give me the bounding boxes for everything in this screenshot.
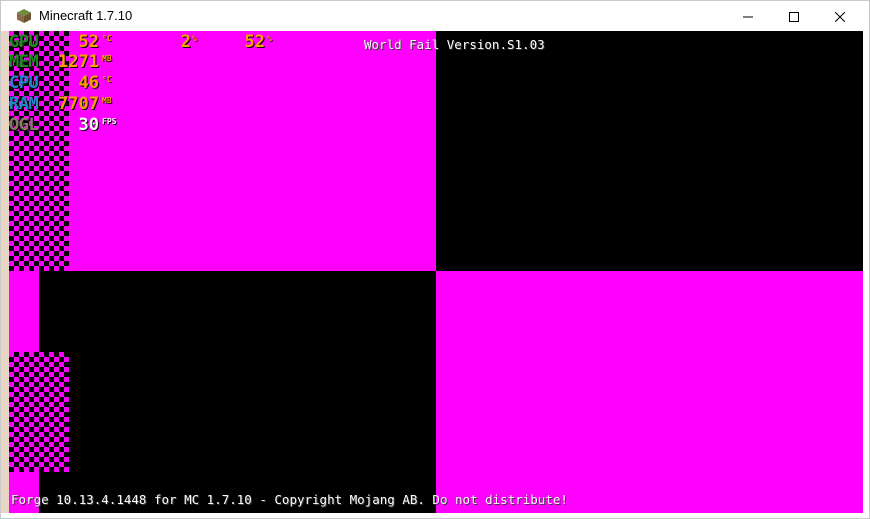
close-button[interactable] <box>817 1 863 31</box>
black-quadrant <box>436 31 863 271</box>
hud-mem-unit: MB <box>102 54 112 63</box>
background-window-edge <box>1 31 9 513</box>
hud-gpu-fan: 52 <box>244 32 265 52</box>
hud-cpu-value: 46 <box>78 73 99 93</box>
title-bar[interactable]: Minecraft 1.7.10 <box>1 1 869 31</box>
minimize-button[interactable] <box>725 1 771 31</box>
close-icon <box>834 7 846 26</box>
hud-fps-unit: FPS <box>102 117 117 126</box>
checker-texture-strip <box>9 352 69 472</box>
minimize-icon <box>743 7 753 26</box>
missing-texture-quadrant <box>436 271 863 513</box>
window-title: Minecraft 1.7.10 <box>39 8 133 23</box>
black-quadrant <box>9 271 436 513</box>
game-viewport[interactable]: GPU 52 °C 2 % 52 % MEM 1271 MB CPU 46 °C… <box>9 31 863 513</box>
version-text: World Fail Version.S1.03 <box>364 37 545 52</box>
maximize-button[interactable] <box>771 1 817 31</box>
minecraft-grass-block-icon <box>16 8 32 24</box>
magenta-strip <box>9 271 39 352</box>
hud-ram-value: 7707 <box>58 94 99 114</box>
hud-gpu-fan-unit: % <box>267 34 272 43</box>
hud-cpu-unit: °C <box>102 75 112 84</box>
forge-copyright-footer: Forge 10.13.4.1448 for MC 1.7.10 - Copyr… <box>11 492 568 507</box>
hud-ram-unit: MB <box>102 96 112 105</box>
maximize-icon <box>789 7 799 26</box>
hud-mem-value: 1271 <box>58 52 99 72</box>
hud-fps-value: 30 <box>78 115 99 135</box>
minecraft-window: Minecraft 1.7.10 GPU 52 °C 2 % 52 % MEM … <box>0 0 870 519</box>
